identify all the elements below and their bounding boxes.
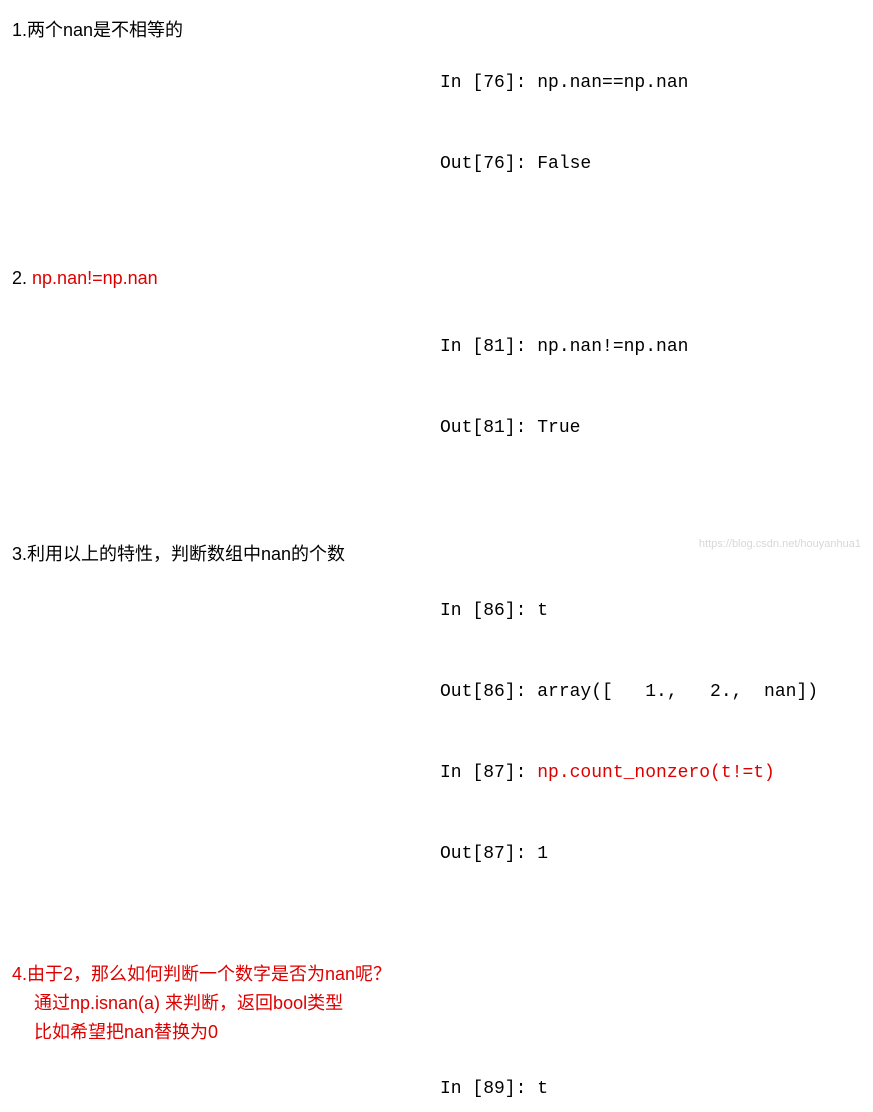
item3-label: 利用以上的特性，判断数组中nan的个数 [27, 544, 345, 564]
row-1: 1.两个nan是不相等的 In [76]: np.nan==np.nan Out… [0, 10, 873, 232]
in89-val: t [537, 1079, 548, 1099]
item2-code: np.nan!=np.nan [32, 268, 158, 288]
item1-num: 1. [12, 16, 27, 45]
item4-line2: 通过np.isnan(a) 来判断，返回bool类型 [34, 993, 343, 1013]
out76-label: Out[76]: [440, 154, 537, 174]
item4-line1: 由于2，那么如何判断一个数字是否为nan呢？ [27, 964, 391, 984]
in89-label: In [89]: [440, 1079, 537, 1099]
in76-expr: np.nan==np.nan [537, 73, 688, 93]
out81-val: True [537, 418, 580, 438]
item3-num: 3. [12, 540, 27, 569]
left-item-1: 1.两个nan是不相等的 [0, 10, 440, 50]
document-container: 1.两个nan是不相等的 In [76]: np.nan==np.nan Out… [0, 10, 873, 1112]
left-item-3: 3.利用以上的特性，判断数组中nan的个数 [0, 534, 440, 574]
out87-label: Out[87]: [440, 844, 537, 864]
row-3: 3.利用以上的特性，判断数组中nan的个数 In [86]: t Out[86]… [0, 504, 873, 922]
code-block-2: In [81]: np.nan!=np.nan Out[81]: True [440, 280, 873, 496]
in81-label: In [81]: [440, 337, 537, 357]
in76-label: In [76]: [440, 73, 537, 93]
in87-expr: np.count_nonzero(t!=t) [537, 763, 775, 783]
left-item-4: 4.由于2，那么如何判断一个数字是否为nan呢？ 通过np.isnan(a) 来… [0, 930, 440, 1046]
out81-label: Out[81]: [440, 418, 537, 438]
out76-val: False [537, 154, 591, 174]
in86-val: t [537, 601, 548, 621]
code-block-1: In [76]: np.nan==np.nan Out[76]: False [440, 16, 873, 232]
out86-label: Out[86]: [440, 682, 537, 702]
row-4: 4.由于2，那么如何判断一个数字是否为nan呢？ 通过np.isnan(a) 来… [0, 930, 873, 1112]
out86-val: array([ 1., 2., nan]) [537, 682, 818, 702]
out87-val: 1 [537, 844, 548, 864]
watermark-text: https://blog.csdn.net/houyanhua1 [699, 538, 861, 550]
item1-label: 两个nan是不相等的 [27, 20, 183, 40]
left-item-2: 2. np.nan!=np.nan [0, 258, 440, 298]
item2-num: 2. [12, 264, 27, 293]
code-block-3: In [86]: t Out[86]: array([ 1., 2., nan]… [440, 544, 873, 922]
item4-line3: 比如希望把nan替换为0 [34, 1022, 218, 1042]
item4-num: 4. [12, 960, 27, 989]
in81-expr: np.nan!=np.nan [537, 337, 688, 357]
in86-label: In [86]: [440, 601, 537, 621]
code-block-4: In [89]: t Out[89]: array([ 1., 2., nan]… [440, 930, 873, 1112]
row-2: 2. np.nan!=np.nan In [81]: np.nan!=np.na… [0, 240, 873, 496]
in87-label: In [87]: [440, 763, 537, 783]
